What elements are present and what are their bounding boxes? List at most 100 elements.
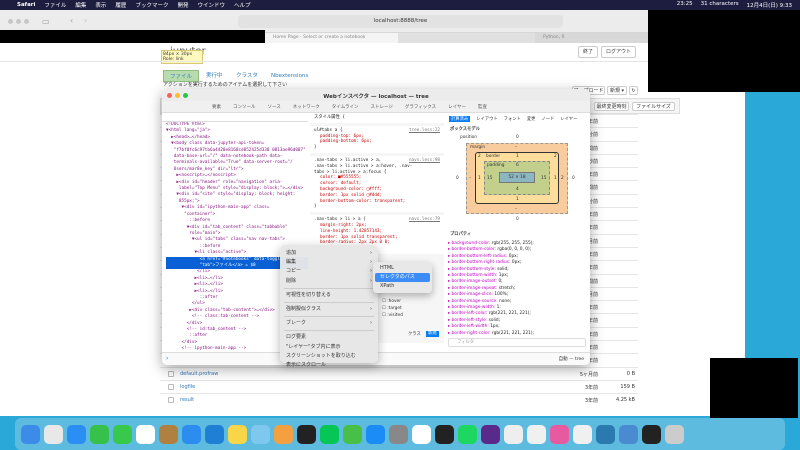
- new-dropdown[interactable]: 新規 ▾: [607, 86, 627, 95]
- tab-clusters[interactable]: クラスタ: [230, 70, 264, 82]
- refresh-button[interactable]: ↻: [629, 86, 638, 95]
- menu-edit[interactable]: 編集: [75, 1, 86, 9]
- dock-app-icon[interactable]: [527, 424, 546, 444]
- context-menu-item[interactable]: 編集 ›: [280, 258, 378, 267]
- menu-view[interactable]: 表示: [95, 1, 106, 9]
- address-bar[interactable]: localhost:8888/tree: [238, 15, 563, 28]
- dock-app-icon[interactable]: [251, 424, 270, 444]
- clock-status[interactable]: 23:25: [677, 1, 693, 9]
- close-button[interactable]: [8, 19, 13, 24]
- menu-safari[interactable]: Safari: [17, 2, 35, 8]
- dock-app-icon[interactable]: [642, 424, 661, 444]
- tab-running[interactable]: 実行中: [200, 70, 229, 82]
- character-count-status[interactable]: 31 characters: [701, 1, 739, 9]
- dock-app-icon[interactable]: [573, 424, 592, 444]
- context-menu-item[interactable]: "レイヤー"タブ内に表示: [280, 343, 378, 352]
- dock-app-icon[interactable]: [665, 424, 684, 444]
- dock-app-icon[interactable]: [458, 424, 477, 444]
- sort-modified-button[interactable]: 最終変更時刻: [594, 102, 629, 111]
- dock-app-icon[interactable]: [67, 424, 86, 444]
- dock-app-icon[interactable]: [412, 424, 431, 444]
- dock-app-icon[interactable]: [435, 424, 454, 444]
- tab-computed[interactable]: 計算済み: [449, 116, 471, 122]
- visited-checkbox[interactable]: ☐ :visited: [382, 312, 403, 319]
- menu-develop[interactable]: 開発: [177, 1, 188, 9]
- dock-app-icon[interactable]: [205, 424, 224, 444]
- dock-app-icon[interactable]: [113, 424, 132, 444]
- context-menu-item[interactable]: コピー ›: [280, 267, 378, 276]
- forward-icon[interactable]: ›: [84, 16, 87, 25]
- tab-sources[interactable]: ソース: [268, 104, 281, 110]
- dock-app-icon[interactable]: [136, 424, 155, 444]
- minimize-button[interactable]: [16, 19, 21, 24]
- file-name[interactable]: default.profraw: [180, 371, 218, 377]
- dock-app-icon[interactable]: [389, 424, 408, 444]
- dock-app-icon[interactable]: [21, 424, 40, 444]
- dock-app-icon[interactable]: [297, 424, 316, 444]
- copy-selector-path[interactable]: セレクタのパス: [375, 273, 430, 282]
- file-name[interactable]: logfile: [180, 384, 195, 390]
- dock-app-icon[interactable]: [44, 424, 63, 444]
- tab-python[interactable]: Python, R: [535, 33, 648, 43]
- tab-node[interactable]: ノード: [541, 116, 554, 122]
- tab-network[interactable]: ネットワーク: [293, 104, 320, 110]
- filter-input[interactable]: フィルタ: [448, 338, 586, 347]
- sort-size-button[interactable]: ファイルサイズ: [632, 102, 675, 111]
- dock-app-icon[interactable]: [366, 424, 385, 444]
- menu-history[interactable]: 履歴: [115, 1, 126, 9]
- dock-app-icon[interactable]: [619, 424, 638, 444]
- menu-window[interactable]: ウインドウ: [197, 1, 225, 9]
- css-declaration[interactable]: padding-bottom: 6px;: [314, 139, 440, 145]
- menu-file[interactable]: ファイル: [44, 1, 66, 9]
- target-checkbox[interactable]: ☐ :target: [382, 305, 403, 312]
- class-toggle[interactable]: クラス: [408, 332, 421, 338]
- dock-app-icon[interactable]: [159, 424, 178, 444]
- context-menu-item[interactable]: スクリーンショットを取り込む: [280, 352, 378, 361]
- tab-timeline[interactable]: タイムライン: [332, 104, 359, 110]
- file-checkbox[interactable]: [168, 383, 174, 390]
- logout-button[interactable]: ログアウト: [601, 46, 636, 58]
- context-menu-item[interactable]: ログ要素: [280, 333, 378, 342]
- tab-font[interactable]: フォント: [504, 116, 521, 122]
- back-icon[interactable]: ‹: [70, 16, 73, 25]
- tab-changes[interactable]: 変更: [527, 116, 536, 122]
- rule-source-link[interactable]: navs.less:79: [409, 217, 440, 223]
- new-rule-button[interactable]: 新規: [426, 331, 439, 337]
- tab-layers[interactable]: レイヤー: [448, 104, 466, 110]
- quit-button[interactable]: 終了: [578, 46, 598, 58]
- context-menu-item[interactable]: 表示にスクロール: [280, 361, 378, 370]
- file-row[interactable]: default.profraw 5ヶ月前 0 B: [160, 366, 638, 380]
- file-name[interactable]: result: [180, 397, 194, 403]
- dock-app-icon[interactable]: [228, 424, 247, 444]
- context-menu-item[interactable]: ブレーク ›: [280, 319, 378, 328]
- breadcrumb[interactable]: [162, 113, 308, 122]
- css-declaration[interactable]: border-bottom-color: transparent;: [314, 199, 440, 205]
- tab-elements[interactable]: 要素: [212, 104, 221, 110]
- dom-node[interactable]: ▼<div id="site" style="display: block; h…: [166, 192, 308, 198]
- sidebar-icon[interactable]: ▭: [42, 17, 50, 26]
- css-rule[interactable]: navs.less:98 .nav-tabs > li.active > a, .…: [310, 155, 444, 213]
- tab-graphics[interactable]: グラフィックス: [405, 104, 436, 110]
- dock-app-icon[interactable]: [596, 424, 615, 444]
- dock-app-icon[interactable]: [182, 424, 201, 444]
- context-menu-item[interactable]: 追加 ›: [280, 249, 378, 258]
- context-menu-item[interactable]: 強制擬似クラス ›: [280, 305, 378, 314]
- rule-source-link[interactable]: tree.less:22: [409, 128, 440, 134]
- file-row[interactable]: result 3年前 4.25 kB: [160, 393, 638, 406]
- file-row[interactable]: logfile 3年前 159 B: [160, 379, 638, 393]
- dock-app-icon[interactable]: [481, 424, 500, 444]
- context-menu-item[interactable]: 可視性を切り替える: [280, 291, 378, 300]
- copy-xpath[interactable]: XPath: [375, 282, 430, 291]
- rule-source-link[interactable]: navs.less:98: [409, 158, 440, 164]
- dock-app-icon[interactable]: [343, 424, 362, 444]
- context-menu-item[interactable]: 削除 ›: [280, 277, 378, 286]
- zoom-button[interactable]: [24, 19, 29, 24]
- tab-storage[interactable]: ストレージ: [370, 104, 392, 110]
- tab-home-page[interactable]: Home Page - Select or create a notebook: [265, 33, 398, 43]
- style-attribute[interactable]: スタイル属性 {: [310, 113, 444, 123]
- tab-console[interactable]: コンソール: [233, 104, 256, 110]
- dock-app-icon[interactable]: [504, 424, 523, 444]
- file-checkbox[interactable]: [168, 397, 174, 404]
- date-time[interactable]: 12月4日(日) 9:33: [747, 1, 792, 9]
- css-rule[interactable]: tree.less:22 ul#tabs a {padding-top: 6px;…: [310, 125, 444, 153]
